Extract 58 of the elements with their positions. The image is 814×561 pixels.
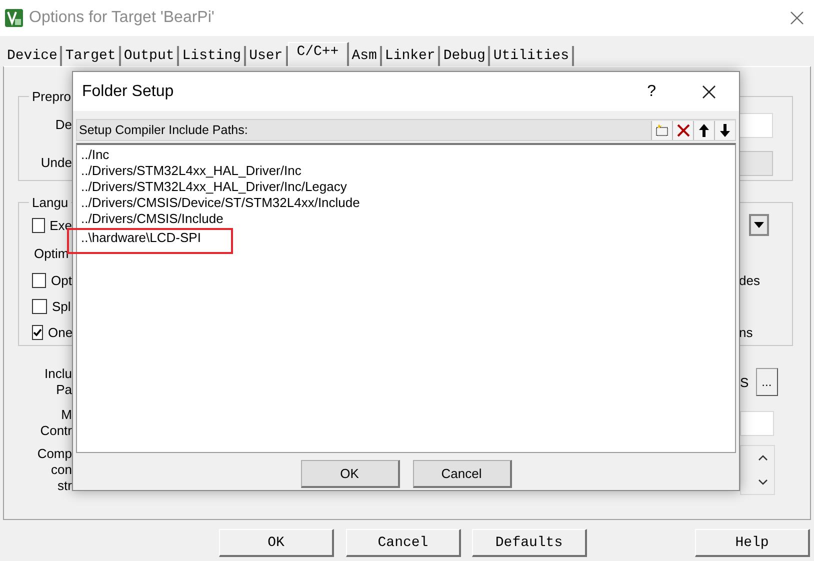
new-folder-icon <box>655 123 669 137</box>
new-item-button[interactable] <box>651 120 672 140</box>
browse-button[interactable]: ... <box>756 368 778 396</box>
input-field[interactable] <box>740 410 774 436</box>
header-label: Setup Compiler Include Paths: <box>79 123 248 137</box>
group-label: Langu <box>31 195 70 210</box>
path-item[interactable]: ../Drivers/CMSIS/Include <box>81 211 224 227</box>
path-item[interactable]: ..\hardware\LCD-SPI <box>67 228 233 254</box>
field-label: Unde <box>40 155 72 171</box>
option-label: des <box>739 272 761 288</box>
checkbox-label: One <box>48 324 73 340</box>
path-item[interactable]: ../Drivers/STM32L4xx_HAL_Driver/Inc/Legacy <box>81 179 347 195</box>
delete-icon <box>676 124 690 136</box>
option-label: ns <box>739 324 754 340</box>
window-title: Options for Target 'BearPi' <box>29 9 214 27</box>
input-field[interactable] <box>739 112 773 138</box>
field-label: Inclu <box>44 366 72 382</box>
field-label: con <box>50 462 72 478</box>
path-item[interactable]: ../Inc <box>81 147 110 163</box>
dialog-title: Folder Setup <box>82 82 174 100</box>
field-label: De <box>54 117 72 133</box>
dialog-button[interactable]: OK <box>300 460 400 488</box>
field-label: Pa <box>55 382 72 398</box>
checkbox-label: Spl <box>52 298 71 314</box>
path-item[interactable]: ../Drivers/STM32L4xx_HAL_Driver/Inc <box>81 163 302 179</box>
tab[interactable]: Asm <box>348 46 382 66</box>
path-item[interactable]: ../Drivers/CMSIS/Device/ST/STM32L4xx/Include <box>81 195 360 211</box>
field-text: S <box>740 374 749 390</box>
tab[interactable]: C/C++ <box>288 42 349 66</box>
field-label: str <box>56 478 72 494</box>
down-arrow-icon <box>719 124 731 136</box>
option-label: Optim <box>33 246 70 261</box>
checkbox[interactable] <box>32 272 46 288</box>
checkbox-label: Opt <box>51 272 72 288</box>
dialog-button[interactable]: Cancel <box>412 460 512 488</box>
dialog-button[interactable]: Cancel <box>346 529 461 557</box>
app-icon <box>5 9 23 27</box>
scroll-up-icon[interactable] <box>758 455 768 461</box>
dialog-button[interactable]: Defaults <box>472 529 587 557</box>
move-up-button[interactable] <box>693 120 714 140</box>
field-label: Contr <box>39 423 72 439</box>
help-button[interactable]: ? <box>647 82 656 100</box>
field-label: Comp <box>36 446 72 462</box>
input-field[interactable] <box>739 150 773 176</box>
dialog-button[interactable]: Help <box>695 529 810 557</box>
field-label: M <box>60 407 72 423</box>
up-arrow-icon <box>698 124 710 136</box>
dropdown-button[interactable] <box>749 214 769 236</box>
delete-button[interactable] <box>672 120 693 140</box>
group-label: Prepro <box>31 89 72 104</box>
checkbox[interactable] <box>32 218 45 232</box>
dialog-button[interactable]: OK <box>219 529 334 557</box>
close-icon[interactable] <box>702 84 716 98</box>
move-down-button[interactable] <box>714 120 735 140</box>
dropdown-arrow-icon <box>754 222 764 228</box>
checkbox[interactable] <box>32 324 43 340</box>
checkbox[interactable] <box>32 298 47 314</box>
scroll-down-icon[interactable] <box>758 479 768 485</box>
